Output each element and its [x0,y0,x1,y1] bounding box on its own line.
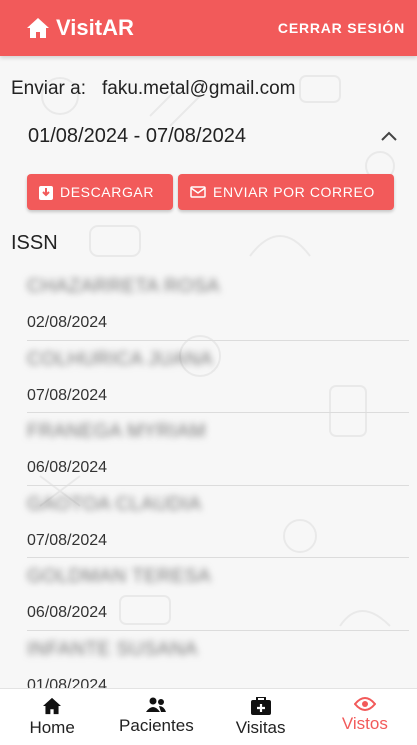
email-recipient: Enviar a: faku.metal@gmail.com [11,78,296,100]
patient-name: FRANEGA MYRIAM [27,421,207,443]
list-item[interactable]: GOLDMAN TERESA 06/08/2024 [27,558,409,631]
visit-date: 06/08/2024 [27,459,108,477]
patient-name: CHAZARRETA ROSA [27,276,220,297]
nav-vistos-label: Vistos [341,714,388,733]
nav-visitas[interactable]: Visitas [209,689,313,745]
nav-visitas-label: Visitas [235,718,286,737]
nav-home-label: Home [29,718,75,737]
list-item[interactable]: FRANEGA MYRIAM 06/08/2024 [27,413,409,486]
patient-name: GOLDMAN TERESA [27,566,212,588]
download-button[interactable]: DESCARGAR [27,174,173,210]
list-item[interactable]: CHAZARRETA ROSA 02/08/2024 [27,268,409,341]
list-item[interactable]: COLHURICA JUANA 07/08/2024 [27,341,409,414]
mail-icon [190,186,206,198]
action-buttons: DESCARGAR ENVIAR POR CORREO [27,174,394,210]
nav-home[interactable]: Home [0,689,104,745]
medkit-icon [250,697,271,715]
patient-name: COLHURICA JUANA [27,348,213,370]
email-label: Enviar a: [11,78,86,99]
users-icon [146,697,167,712]
send-email-button[interactable]: ENVIAR POR CORREO [178,174,394,210]
chevron-up-icon[interactable] [380,130,398,142]
download-icon [39,186,53,200]
home-icon [27,18,49,38]
visits-list: CHAZARRETA ROSA 02/08/2024 COLHURICA JUA… [27,268,409,704]
patient-name: GAOTOA CLAUDIA [27,493,202,515]
patient-name: INFANTE SUSANA [27,638,198,660]
date-range: 01/08/2024 - 07/08/2024 [28,124,246,147]
nav-pacientes-label: Pacientes [119,716,194,735]
email-value: faku.metal@gmail.com [101,78,296,99]
section-title: ISSN [11,232,58,254]
visit-date: 07/08/2024 [27,531,108,549]
home-icon [43,697,62,715]
visit-date: 06/08/2024 [27,604,108,622]
bottom-navigation: Home Pacientes Visitas Vistos [0,688,417,745]
list-item[interactable]: GAOTOA CLAUDIA 07/08/2024 [27,486,409,559]
nav-vistos[interactable]: Vistos [313,689,417,745]
nav-pacientes[interactable]: Pacientes [104,689,208,745]
app-header: VisitAR CERRAR SESIÓN [0,0,417,56]
brand-title: VisitAR [56,15,134,40]
download-label: DESCARGAR [60,184,155,200]
visit-date: 02/08/2024 [27,314,108,331]
eye-icon [353,697,376,711]
visit-date: 07/08/2024 [27,386,108,404]
send-email-label: ENVIAR POR CORREO [213,184,375,200]
date-range-toggle[interactable]: 01/08/2024 - 07/08/2024 [28,122,398,150]
brand[interactable]: VisitAR [26,15,134,41]
logout-button[interactable]: CERRAR SESIÓN [278,20,405,36]
